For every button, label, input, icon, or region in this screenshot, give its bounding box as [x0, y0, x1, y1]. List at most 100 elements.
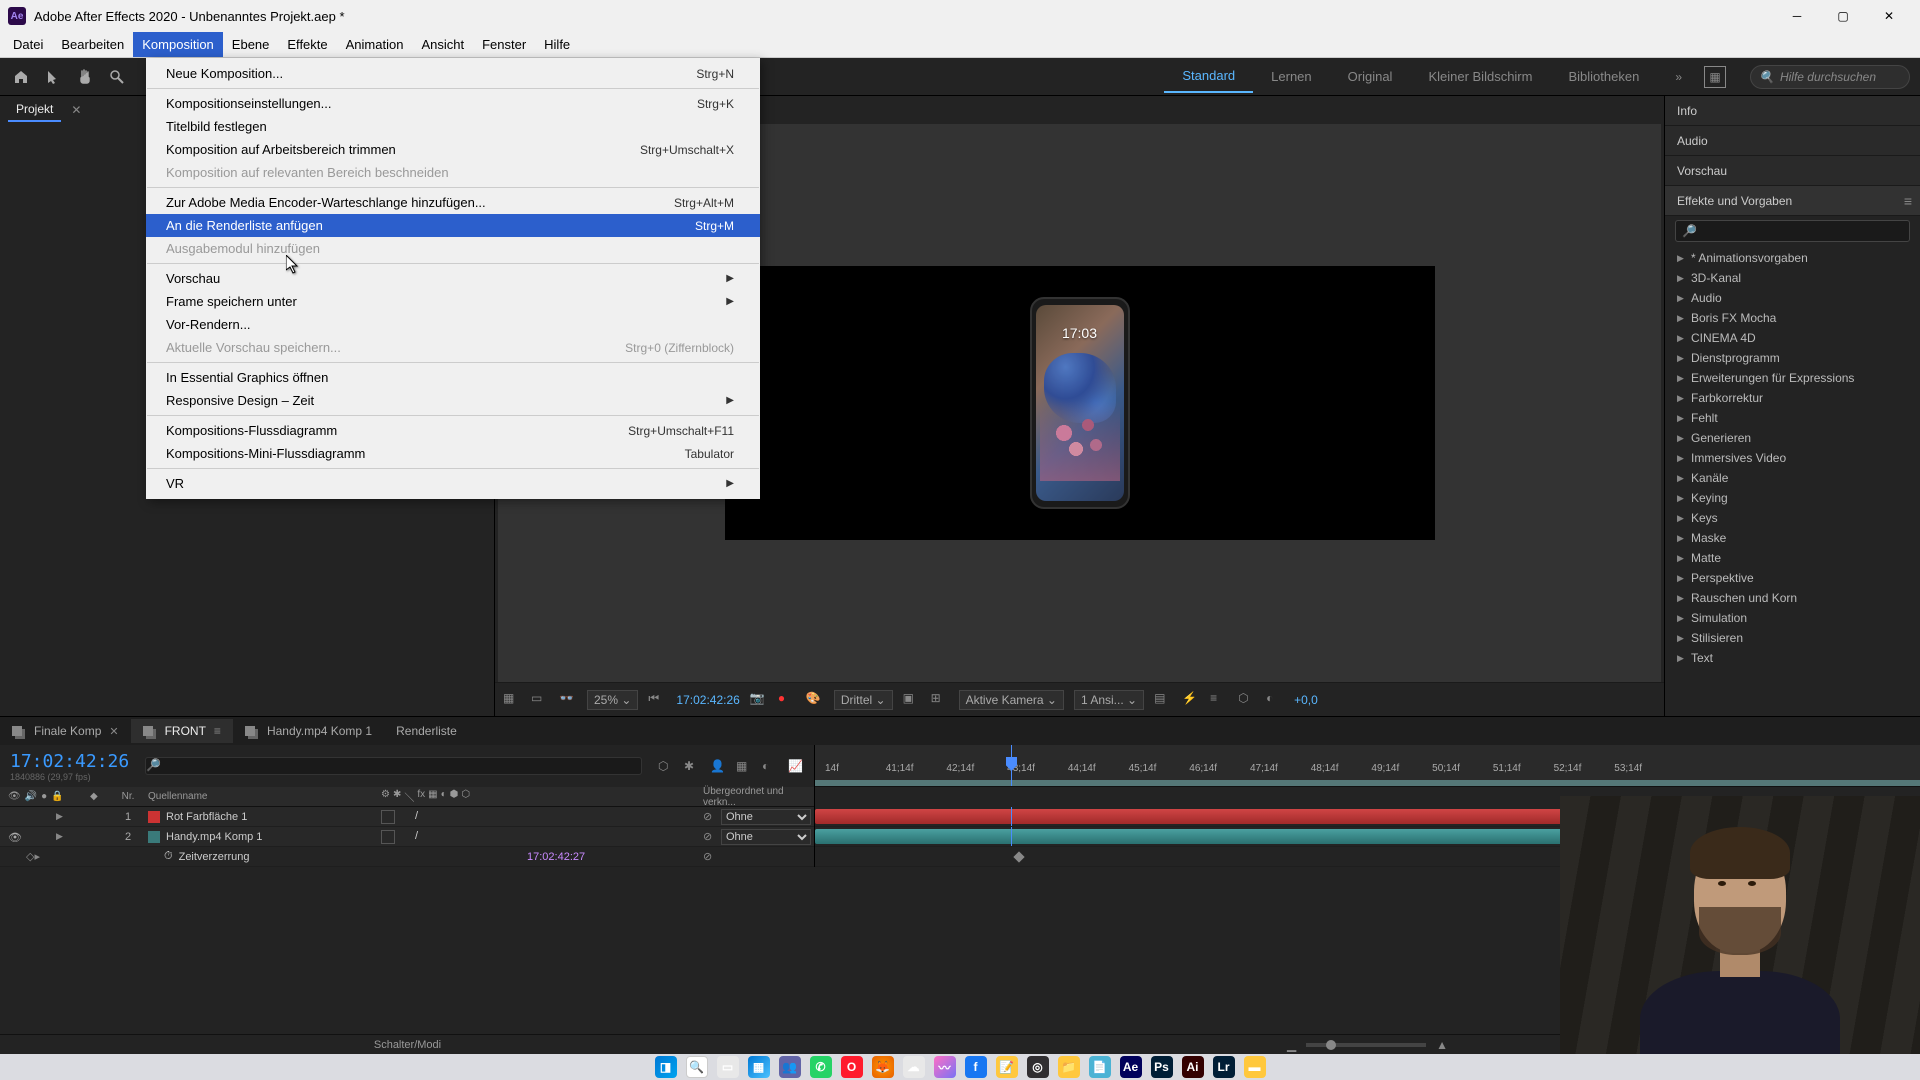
taskbar-icon-teams[interactable]: 👥 — [779, 1056, 801, 1078]
menu-item[interactable]: Kompositionseinstellungen...Strg+K — [146, 92, 760, 115]
menu-item[interactable]: Vor-Rendern... — [146, 313, 760, 336]
preset-folder[interactable]: ▶Dienstprogramm — [1665, 348, 1920, 368]
flowchart-icon[interactable]: ⬡ — [1238, 691, 1256, 709]
tab-close-icon[interactable]: ✕ — [109, 725, 118, 738]
maximize-button[interactable]: ▢ — [1820, 0, 1866, 32]
motion-blur-icon[interactable]: ◐ — [762, 759, 778, 773]
help-search-input[interactable]: 🔍 Hilfe durchsuchen — [1750, 65, 1910, 89]
preset-folder[interactable]: ▶Perspektive — [1665, 568, 1920, 588]
roi-icon[interactable]: ▣ — [903, 691, 921, 709]
taskbar-icon-exp[interactable]: 📁 — [1058, 1056, 1080, 1078]
menu-datei[interactable]: Datei — [4, 32, 52, 57]
solo-column-icon[interactable]: ● — [41, 791, 47, 802]
workspace-tab-lernen[interactable]: Lernen — [1253, 61, 1329, 92]
menu-bearbeiten[interactable]: Bearbeiten — [52, 32, 133, 57]
taskbar-icon-np[interactable]: 📄 — [1089, 1056, 1111, 1078]
taskbar-icon-ai[interactable]: Ai — [1182, 1056, 1204, 1078]
preset-folder[interactable]: ▶Boris FX Mocha — [1665, 308, 1920, 328]
menu-effekte[interactable]: Effekte — [278, 32, 336, 57]
zoom-tool[interactable] — [106, 66, 128, 88]
parent-select[interactable]: Ohne — [721, 829, 811, 845]
visibility-icon[interactable]: 👁 — [8, 831, 20, 843]
taskbar-icon-fb[interactable]: f — [965, 1056, 987, 1078]
taskbar-icon-search[interactable]: 🔍 — [686, 1056, 708, 1078]
menu-item[interactable]: Neue Komposition...Strg+N — [146, 62, 760, 85]
project-tab-close-icon[interactable]: ✕ — [71, 103, 81, 117]
menu-fenster[interactable]: Fenster — [473, 32, 535, 57]
time-ruler[interactable]: 14f41;14f42;14f43;14f44;14f45;14f46;14f4… — [815, 745, 1920, 787]
taskbar-icon-ae[interactable]: Ae — [1120, 1056, 1142, 1078]
menu-item[interactable]: Komposition auf Arbeitsbereich trimmenSt… — [146, 138, 760, 161]
menu-item[interactable]: VR▶ — [146, 472, 760, 495]
color-mgmt-icon[interactable]: 🎨 — [806, 691, 824, 709]
preset-folder[interactable]: ▶Audio — [1665, 288, 1920, 308]
preset-folder[interactable]: ▶Immersives Video — [1665, 448, 1920, 468]
timeline-timecode[interactable]: 17:02:42:26 — [10, 751, 129, 772]
shy-icon[interactable]: 👤 — [710, 759, 726, 773]
taskbar-icon-ff[interactable]: 🦊 — [872, 1056, 894, 1078]
preset-folder[interactable]: ▶Keying — [1665, 488, 1920, 508]
timeline-footer-label[interactable]: Schalter/Modi — [0, 1034, 815, 1054]
taskbar-icon-obs[interactable]: ◎ — [1027, 1056, 1049, 1078]
effects-preset-tree[interactable]: ▶* Animationsvorgaben▶3D-Kanal▶Audio▶Bor… — [1665, 246, 1920, 716]
selection-tool[interactable] — [42, 66, 64, 88]
draft3d-icon[interactable]: ✱ — [684, 759, 700, 773]
graph-editor-icon[interactable]: 📈 — [788, 759, 804, 773]
tab-options-icon[interactable]: ≡ — [214, 724, 221, 738]
workspace-tab-original[interactable]: Original — [1330, 61, 1411, 92]
taskbar-icon-win[interactable]: ◨ — [655, 1056, 677, 1078]
project-tab[interactable]: Projekt — [8, 98, 61, 122]
taskbar-icon-note[interactable]: 📝 — [996, 1056, 1018, 1078]
taskbar-icon-widgets[interactable]: ▦ — [748, 1056, 770, 1078]
panel-header-audio[interactable]: Audio — [1665, 126, 1920, 156]
close-button[interactable]: ✕ — [1866, 0, 1912, 32]
3d-icon[interactable]: 👓 — [559, 691, 577, 709]
comp-flowchart-icon[interactable]: ⬡ — [658, 759, 674, 773]
frame-blend-icon[interactable]: ▦ — [736, 759, 752, 773]
home-tool[interactable] — [10, 66, 32, 88]
channel-icon[interactable]: ● — [778, 691, 796, 709]
minimize-button[interactable]: ─ — [1774, 0, 1820, 32]
grid-icon[interactable]: ⊞ — [931, 691, 949, 709]
preset-folder[interactable]: ▶Rauschen und Korn — [1665, 588, 1920, 608]
expand-icon[interactable]: ▶ — [56, 831, 63, 842]
menu-animation[interactable]: Animation — [337, 32, 413, 57]
parent-pickwhip-icon[interactable]: ⊘ — [703, 810, 715, 823]
taskbar-icon-wa[interactable]: ✆ — [810, 1056, 832, 1078]
viewer-timecode[interactable]: 17:02:42:26 — [676, 693, 739, 707]
preset-folder[interactable]: ▶Farbkorrektur — [1665, 388, 1920, 408]
taskbar-icon-ps[interactable]: Ps — [1151, 1056, 1173, 1078]
menu-item[interactable]: Vorschau▶ — [146, 267, 760, 290]
preset-folder[interactable]: ▶* Animationsvorgaben — [1665, 248, 1920, 268]
parent-select[interactable]: Ohne — [721, 809, 811, 825]
preset-folder[interactable]: ▶Kanäle — [1665, 468, 1920, 488]
stopwatch-icon[interactable]: ⏱ — [164, 850, 173, 863]
timeline-tab[interactable]: FRONT≡ — [131, 719, 233, 743]
timecode-base-icon[interactable]: ⏮ — [648, 691, 666, 709]
workspace-tab-bibliotheken[interactable]: Bibliotheken — [1550, 61, 1657, 92]
menu-komposition[interactable]: Komposition — [133, 32, 223, 57]
menu-item[interactable]: Kompositions-FlussdiagrammStrg+Umschalt+… — [146, 419, 760, 442]
parent-pickwhip-icon[interactable]: ⊘ — [703, 830, 715, 843]
menu-hilfe[interactable]: Hilfe — [535, 32, 579, 57]
snapshot-icon[interactable]: 📷 — [750, 691, 768, 709]
zoom-select[interactable]: 25% ⌄ — [587, 690, 638, 710]
hand-tool[interactable] — [74, 66, 96, 88]
taskbar-icon-msg[interactable]: 〰 — [934, 1056, 956, 1078]
preset-folder[interactable]: ▶Fehlt — [1665, 408, 1920, 428]
effects-search-input[interactable]: 🔎 — [1675, 220, 1910, 242]
timeline-search-input[interactable]: 🔎 — [145, 757, 642, 775]
views-select[interactable]: 1 Ansi... ⌄ — [1074, 690, 1144, 710]
panel-header-info[interactable]: Info — [1665, 96, 1920, 126]
timeline-layer-row[interactable]: 👁▶2Handy.mp4 Komp 1/⊘Ohne — [0, 827, 814, 847]
panel-options-icon[interactable]: ≡ — [1904, 193, 1912, 209]
menu-ebene[interactable]: Ebene — [223, 32, 279, 57]
expand-icon[interactable]: ▶ — [56, 811, 63, 822]
timeline-tab[interactable]: Finale Komp✕ — [0, 719, 131, 743]
taskbar-icon-yel[interactable]: ▬ — [1244, 1056, 1266, 1078]
exposure-value[interactable]: +0,0 — [1294, 693, 1318, 707]
eye-column-icon[interactable]: 👁 — [8, 791, 21, 802]
fast-preview-icon[interactable]: ⚡ — [1182, 691, 1200, 709]
panel-header-vorschau[interactable]: Vorschau — [1665, 156, 1920, 186]
workspace-tab-standard[interactable]: Standard — [1164, 60, 1253, 93]
